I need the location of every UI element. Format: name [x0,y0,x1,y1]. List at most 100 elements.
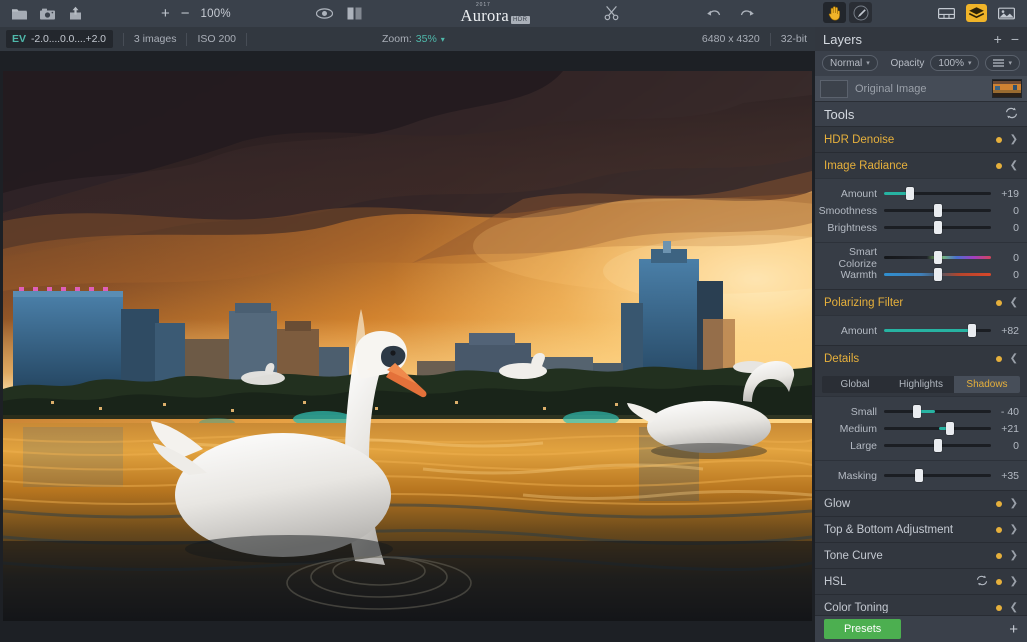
add-layer-button[interactable]: + [994,32,1002,46]
slider-label: Medium [815,423,884,435]
slider-warmth[interactable]: Warmth 0 [815,266,1027,283]
section-color-toning[interactable]: Color Toning ❮ [815,594,1027,613]
slider-track[interactable] [884,420,991,437]
remove-layer-button[interactable]: − [1011,32,1019,46]
slider-label: Amount [815,325,884,337]
chevron-down-icon[interactable]: ❮ [1010,354,1018,364]
slider-track[interactable] [884,266,991,283]
ev-badge: EV -2.0....0.0....+2.0 [6,30,113,48]
chevron-right-icon[interactable]: ❯ [1010,499,1018,509]
export-share-icon[interactable] [67,6,84,22]
section-title: Image Radiance [824,160,908,172]
slider-track[interactable] [884,185,991,202]
add-preset-button[interactable]: + [1009,622,1018,637]
chevron-right-icon[interactable]: ❯ [1010,551,1018,561]
slider-track[interactable] [884,249,991,266]
section-controls: ❯ [996,525,1018,535]
slider-track[interactable] [884,403,991,420]
active-dot-icon[interactable] [996,579,1002,585]
section-hsl[interactable]: HSL ❯ [815,568,1027,594]
slider-large[interactable]: Large 0 [815,437,1027,454]
slider-track[interactable] [884,437,991,454]
split-view-icon[interactable] [346,6,363,22]
chevron-right-icon[interactable]: ❯ [1010,525,1018,535]
slider-masking[interactable]: Masking +35 [815,467,1027,484]
chevron-right-icon[interactable]: ❯ [1010,577,1018,587]
slider-track[interactable] [884,467,991,484]
blend-mode-dropdown[interactable]: Normal ▾ [822,55,878,71]
opacity-label: Opacity [890,58,924,69]
image-canvas[interactable] [0,51,815,642]
slider-track[interactable] [884,202,991,219]
active-dot-icon[interactable] [996,300,1002,306]
section-details[interactable]: Details ❮ [815,345,1027,371]
hand-tool-icon[interactable] [823,2,846,23]
section-top-bottom-adjustment[interactable]: Top & Bottom Adjustment ❯ [815,516,1027,542]
active-dot-icon[interactable] [996,163,1002,169]
brush-tool-icon[interactable] [849,2,872,23]
section-image-radiance[interactable]: Image Radiance ❮ [815,152,1027,178]
logo-year-label: 2017 [476,2,491,8]
section-hdr-denoise[interactable]: HDR Denoise ❯ [815,126,1027,152]
layer-row-original-image[interactable]: Original Image [815,75,1027,101]
reset-sync-icon[interactable] [1005,107,1018,122]
tab-shadows[interactable]: Shadows [954,376,1020,393]
redo-arrow-icon[interactable] [739,5,756,21]
divider [770,33,771,46]
section-title: Tone Curve [824,550,883,562]
slider-track[interactable] [884,219,991,236]
edited-photo [3,71,812,621]
tab-highlights[interactable]: Highlights [888,376,954,393]
opacity-dropdown[interactable]: 100% ▾ [930,55,979,71]
layers-stack-icon[interactable] [966,4,987,22]
camera-images-icon[interactable] [39,6,56,22]
zoom-value: 35% [416,33,437,45]
active-dot-icon[interactable] [996,527,1002,533]
details-group-1: Small - 40 Medium +21 [815,396,1027,460]
section-polarizing-filter[interactable]: Polarizing Filter ❮ [815,289,1027,315]
active-dot-icon[interactable] [996,356,1002,362]
image-icon[interactable] [996,4,1017,22]
radiance-group-2: Smart Colorize 0 Warmth 0 [815,242,1027,289]
slider-smoothness[interactable]: Smoothness 0 [815,202,1027,219]
scissors-icon[interactable] [603,5,620,21]
logo-wordmark: Aurora [460,8,509,25]
zoom-out-button[interactable]: − [181,6,190,21]
filmstrip-icon[interactable] [936,4,957,22]
history-controls [705,5,756,21]
section-title: Color Toning [824,602,888,614]
section-title: Polarizing Filter [824,297,903,309]
section-glow[interactable]: Glow ❯ [815,490,1027,516]
slider-track[interactable] [884,322,991,339]
active-dot-icon[interactable] [996,501,1002,507]
section-title: HSL [824,576,846,588]
slider-brightness[interactable]: Brightness 0 [815,219,1027,236]
layer-menu-button[interactable]: ▾ [985,55,1020,71]
tab-global[interactable]: Global [822,376,888,393]
eye-icon[interactable] [316,6,333,22]
chevron-down-icon[interactable]: ❮ [1010,603,1018,613]
iso-label: ISO 200 [197,33,236,45]
chevron-down-icon[interactable]: ❮ [1010,161,1018,171]
open-folder-icon[interactable] [11,6,28,22]
zoom-in-button[interactable]: + [161,6,170,21]
chevron-down-icon: ▾ [1008,59,1012,67]
tools-scroll-area[interactable]: HDR Denoise ❯ Image Radiance ❮ Amount [815,126,1027,613]
slider-amount[interactable]: Amount +19 [815,185,1027,202]
section-tone-curve[interactable]: Tone Curve ❯ [815,542,1027,568]
undo-arrow-icon[interactable] [705,5,722,21]
canvas-zoom-selector[interactable]: Zoom: 35% ▾ [382,33,445,45]
slider-smart-colorize[interactable]: Smart Colorize 0 [815,249,1027,266]
presets-button[interactable]: Presets [824,619,901,639]
layer-name-label: Original Image [855,83,985,95]
chevron-right-icon[interactable]: ❯ [1010,135,1018,145]
slider-medium[interactable]: Medium +21 [815,420,1027,437]
slider-small[interactable]: Small - 40 [815,403,1027,420]
active-dot-icon[interactable] [996,553,1002,559]
chevron-down-icon[interactable]: ❮ [1010,298,1018,308]
slider-polarizing-amount[interactable]: Amount +82 [815,322,1027,339]
active-dot-icon[interactable] [996,605,1002,611]
ev-label: EV [12,33,26,45]
active-dot-icon[interactable] [996,137,1002,143]
reset-sync-icon[interactable] [976,575,988,589]
